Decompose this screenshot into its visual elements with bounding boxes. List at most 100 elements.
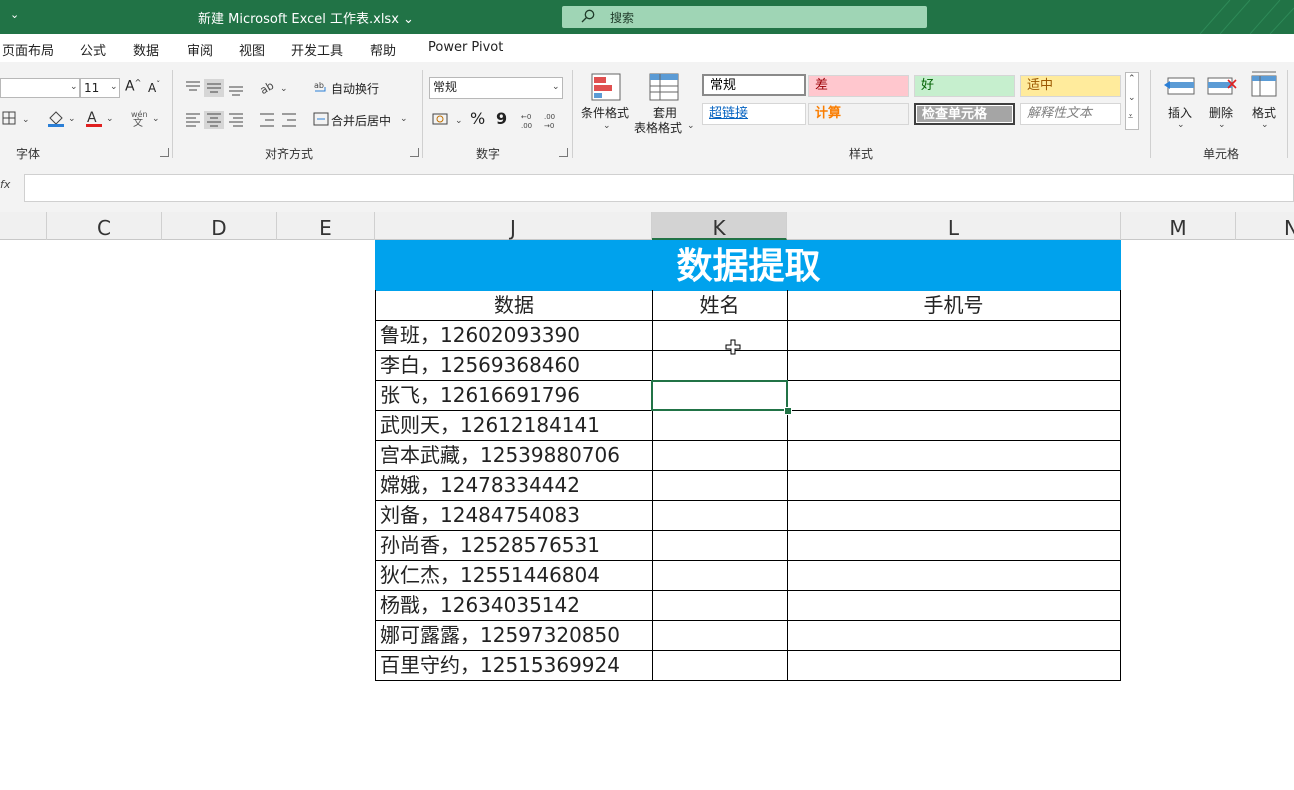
phone-cell[interactable] <box>787 590 1121 621</box>
sheet-title-cell[interactable]: 数据提取 <box>375 240 1121 291</box>
tab-review[interactable]: 审阅 <box>187 40 213 59</box>
conditional-format-icon[interactable] <box>590 72 622 102</box>
name-cell[interactable] <box>652 320 788 351</box>
alignment-dialog-launcher-icon[interactable] <box>410 148 419 157</box>
phone-cell[interactable] <box>787 470 1121 501</box>
tab-developer[interactable]: 开发工具 <box>291 40 343 59</box>
chevron-down-icon[interactable]: ⌄ <box>552 82 560 92</box>
data-cell[interactable]: 娜可露露，12597320850 <box>375 620 653 651</box>
name-cell[interactable] <box>652 410 788 441</box>
horizontal-align-icons[interactable] <box>183 110 247 130</box>
scroll-down-icon[interactable]: ⌄ <box>1128 93 1136 103</box>
merge-center-button[interactable]: 合并后居中 <box>331 112 391 129</box>
name-cell[interactable] <box>652 530 788 561</box>
chevron-down-icon[interactable]: ⌄ <box>603 121 611 131</box>
indent-icons[interactable] <box>258 110 300 130</box>
format-icon[interactable] <box>1250 70 1278 98</box>
insert-button[interactable]: 插入 <box>1168 104 1192 121</box>
column-header-C[interactable]: C <box>47 212 162 240</box>
tab-page-layout[interactable]: 页面布局 <box>2 40 54 59</box>
border-icon[interactable]: ⌄ <box>2 110 30 126</box>
delete-icon[interactable] <box>1206 74 1238 98</box>
tab-view[interactable]: 视图 <box>239 40 265 59</box>
data-cell[interactable]: 嫦娥，12478334442 <box>375 470 653 501</box>
column-header-B[interactable] <box>0 212 47 240</box>
name-cell[interactable] <box>652 440 788 471</box>
font-name-field[interactable] <box>0 78 80 98</box>
increase-font-icon[interactable]: A^ <box>125 78 141 95</box>
quick-access-dropdown-icon[interactable]: ⌄ <box>10 8 19 21</box>
name-cell[interactable] <box>652 590 788 621</box>
column-header-K[interactable]: K <box>652 212 787 240</box>
style-gallery-item[interactable]: 常规 <box>702 74 806 96</box>
name-cell[interactable] <box>652 560 788 591</box>
phonetic-icon[interactable]: wén文 ⌄ <box>128 108 162 128</box>
phone-cell[interactable] <box>787 350 1121 381</box>
fill-color-icon[interactable]: ⌄ <box>46 108 78 128</box>
phone-cell[interactable] <box>787 530 1121 561</box>
chevron-down-icon[interactable]: ⌄ <box>1218 120 1226 130</box>
data-cell[interactable]: 宫本武藏，12539880706 <box>375 440 653 471</box>
more-styles-icon[interactable]: ⩡ <box>1128 112 1133 122</box>
tab-help[interactable]: 帮助 <box>370 40 396 59</box>
number-dialog-launcher-icon[interactable] <box>559 148 568 157</box>
style-gallery-item[interactable]: 差 <box>808 75 909 97</box>
data-cell[interactable]: 刘备，12484754083 <box>375 500 653 531</box>
tab-formulas[interactable]: 公式 <box>80 40 106 59</box>
chevron-down-icon[interactable]: ⌄ <box>1261 120 1269 130</box>
font-color-icon[interactable]: A ⌄ <box>84 108 116 128</box>
data-cell[interactable]: 狄仁杰，12551446804 <box>375 560 653 591</box>
fill-handle[interactable] <box>784 407 792 415</box>
column-header-L[interactable]: L <box>787 212 1121 240</box>
phone-cell[interactable] <box>787 380 1121 411</box>
column-header-D[interactable]: D <box>162 212 277 240</box>
name-cell[interactable] <box>652 470 788 501</box>
chevron-down-icon[interactable]: ⌄ <box>687 121 695 131</box>
chevron-down-icon[interactable]: ⌄ <box>400 114 408 124</box>
name-cell[interactable] <box>652 500 788 531</box>
insert-icon[interactable] <box>1164 74 1196 98</box>
vertical-align-icons[interactable] <box>183 78 247 98</box>
column-header-M[interactable]: M <box>1121 212 1236 240</box>
scroll-up-icon[interactable]: ⌃ <box>1128 74 1136 84</box>
conditional-format-button[interactable]: 条件格式 <box>581 104 629 121</box>
style-gallery-item[interactable]: 计算 <box>808 103 909 125</box>
format-button[interactable]: 格式 <box>1252 104 1276 121</box>
decimal-icons[interactable]: ←0.00.00→0 <box>520 110 564 130</box>
data-cell[interactable]: 李白，12569368460 <box>375 350 653 381</box>
style-gallery-item[interactable]: 适中 <box>1020 75 1121 97</box>
decrease-font-icon[interactable]: Aˇ <box>148 80 160 95</box>
column-header-N[interactable]: N <box>1236 212 1294 240</box>
phone-cell[interactable] <box>787 500 1121 531</box>
fx-icon[interactable]: fx <box>0 178 10 191</box>
style-gallery-item[interactable]: 解释性文本 <box>1020 103 1121 125</box>
data-cell[interactable]: 百里守约，12515369924 <box>375 650 653 681</box>
phone-cell[interactable] <box>787 410 1121 441</box>
phone-cell[interactable] <box>787 320 1121 351</box>
phone-cell[interactable] <box>787 620 1121 651</box>
header-cell[interactable]: 姓名 <box>652 290 788 321</box>
data-cell[interactable]: 武则天，12612184141 <box>375 410 653 441</box>
column-header-J[interactable]: J <box>375 212 652 240</box>
orientation-icon[interactable]: ab ⌄ <box>258 78 290 98</box>
chevron-down-icon[interactable]: ⌄ <box>70 82 78 92</box>
data-cell[interactable]: 孙尚香，12528576531 <box>375 530 653 561</box>
number-format-select[interactable]: 常规 <box>429 77 563 99</box>
tab-data[interactable]: 数据 <box>133 40 159 59</box>
table-format-icon[interactable] <box>648 72 680 102</box>
style-gallery-item[interactable]: 好 <box>914 75 1015 97</box>
phone-cell[interactable] <box>787 650 1121 681</box>
table-format-label-2[interactable]: 表格格式 <box>634 119 682 136</box>
phone-cell[interactable] <box>787 560 1121 591</box>
merge-center-icon[interactable] <box>313 111 329 127</box>
tab-power-pivot[interactable]: Power Pivot <box>428 40 503 55</box>
chevron-down-icon[interactable]: ⌄ <box>1177 120 1185 130</box>
percent-button[interactable]: % <box>470 109 485 128</box>
phone-cell[interactable] <box>787 440 1121 471</box>
name-cell[interactable] <box>652 350 788 381</box>
delete-button[interactable]: 删除 <box>1209 104 1233 121</box>
data-cell[interactable]: 杨戬，12634035142 <box>375 590 653 621</box>
comma-button[interactable]: 9 <box>496 109 507 128</box>
header-cell[interactable]: 手机号 <box>787 290 1121 321</box>
document-title[interactable]: 新建 Microsoft Excel 工作表.xlsx ⌄ <box>198 8 414 27</box>
